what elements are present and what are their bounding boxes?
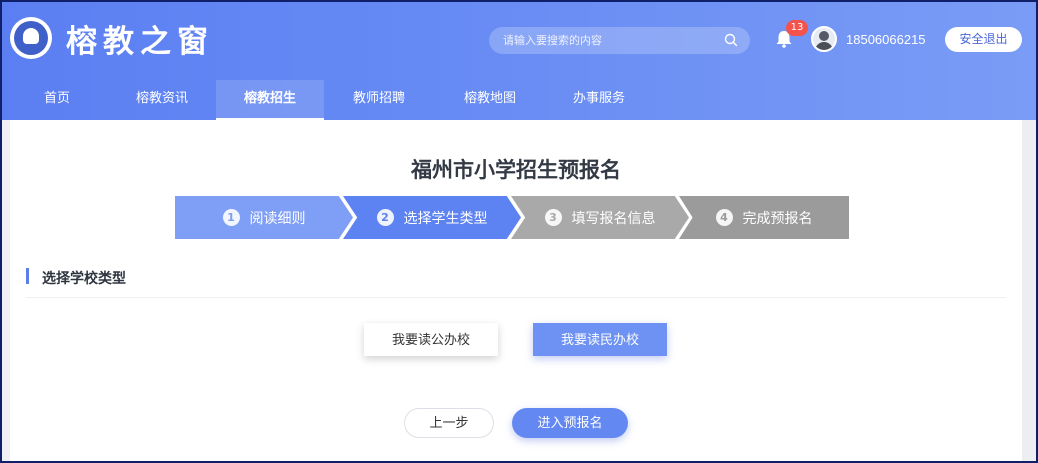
step-label: 完成预报名 — [742, 210, 813, 227]
step-read-rules: 1 阅读细则 — [175, 196, 353, 239]
progress-steps: 1 阅读细则 2 选择学生类型 3 填写报名信息 4 完成预报名 — [175, 196, 849, 239]
step-label: 选择学生类型 — [403, 210, 488, 227]
section-header: 选择学校类型 — [26, 266, 1006, 298]
section-accent-bar — [26, 268, 29, 284]
enter-preregistration-button[interactable]: 进入预报名 — [512, 408, 628, 438]
nav-item-enrollment[interactable]: 榕教招生 — [216, 80, 324, 120]
page-title: 福州市小学招生预报名 — [411, 158, 621, 182]
page-gutter — [1022, 120, 1036, 461]
nav-item-home[interactable]: 首页 — [16, 80, 98, 120]
step-label: 填写报名信息 — [571, 210, 656, 227]
nav-item-map[interactable]: 榕教地图 — [446, 80, 534, 120]
step-fill-info: 3 填写报名信息 — [511, 196, 689, 239]
step-complete: 4 完成预报名 — [679, 196, 849, 239]
search-input[interactable] — [503, 34, 713, 47]
app-window: 榕教之窗 13 18506066215 安全退出 首页 榕教资讯 榕教招生 教师… — [0, 0, 1038, 463]
nav-item-news[interactable]: 榕教资讯 — [116, 80, 208, 120]
logout-button[interactable]: 安全退出 — [945, 27, 1022, 52]
step-number: 2 — [376, 209, 394, 226]
previous-step-button[interactable]: 上一步 — [404, 408, 494, 438]
step-select-student-type: 2 选择学生类型 — [343, 196, 521, 239]
site-title: 榕教之窗 — [66, 24, 214, 60]
nav-item-teacher-recruitment[interactable]: 教师招聘 — [336, 80, 422, 120]
step-number: 1 — [222, 209, 240, 226]
search-icon[interactable] — [724, 33, 738, 47]
main-nav: 首页 榕教资讯 榕教招生 教师招聘 榕教地图 办事服务 — [2, 80, 1036, 120]
user-phone[interactable]: 18506066215 — [846, 32, 926, 47]
logo-emblem-icon — [14, 21, 48, 55]
site-logo[interactable] — [10, 17, 52, 59]
search-box — [489, 27, 750, 54]
avatar[interactable] — [811, 26, 837, 52]
private-school-button[interactable]: 我要读民办校 — [533, 323, 667, 356]
notification-badge: 13 — [786, 20, 808, 36]
content-card: 福州市小学招生预报名 1 阅读细则 2 选择学生类型 3 填写报名信息 4 完成… — [10, 120, 1022, 461]
step-label: 阅读细则 — [249, 210, 306, 227]
step-number: 4 — [715, 209, 733, 226]
section-title: 选择学校类型 — [42, 271, 126, 287]
nav-item-services[interactable]: 办事服务 — [555, 80, 643, 120]
site-header: 榕教之窗 13 18506066215 安全退出 首页 榕教资讯 榕教招生 教师… — [2, 2, 1036, 120]
step-number: 3 — [544, 209, 562, 226]
public-school-button[interactable]: 我要读公办校 — [364, 323, 498, 356]
